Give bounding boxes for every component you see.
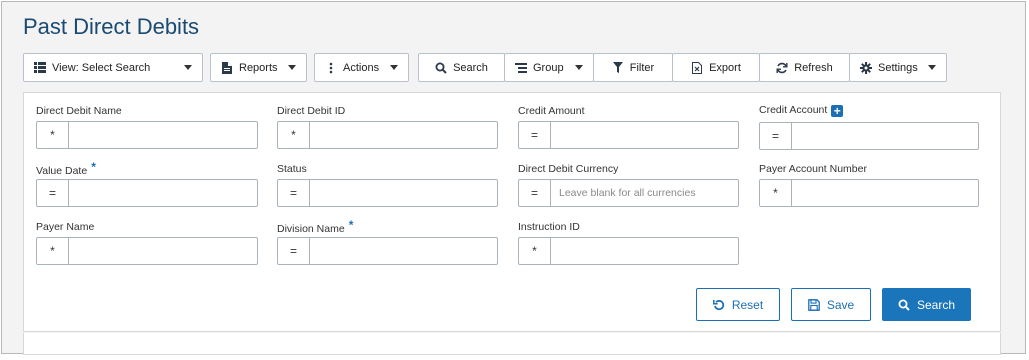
search-icon bbox=[435, 62, 447, 74]
group-label: Group bbox=[533, 61, 564, 74]
chevron-down-icon bbox=[928, 65, 936, 70]
toolbar-search-button[interactable]: Search bbox=[418, 53, 505, 82]
undo-icon bbox=[712, 299, 725, 311]
direct-debit-currency-label: Direct Debit Currency bbox=[518, 163, 619, 175]
operator-selector[interactable]: * bbox=[760, 180, 792, 206]
filter-button[interactable]: Filter bbox=[593, 53, 673, 82]
more-vertical-icon bbox=[325, 62, 337, 74]
chevron-down-icon bbox=[390, 65, 398, 70]
actions-button[interactable]: Actions bbox=[314, 53, 409, 82]
payer-name-input[interactable] bbox=[69, 238, 257, 264]
division-name-field: = bbox=[277, 237, 498, 265]
operator-selector[interactable]: = bbox=[760, 123, 792, 149]
settings-label: Settings bbox=[878, 61, 918, 74]
operator-selector[interactable]: * bbox=[519, 238, 551, 264]
direct-debit-name-input[interactable] bbox=[69, 122, 257, 148]
search-button[interactable]: Search bbox=[882, 288, 971, 321]
reports-label: Reports bbox=[239, 61, 278, 74]
export-label: Export bbox=[709, 61, 741, 74]
status-input[interactable] bbox=[310, 180, 497, 206]
search-label: Search bbox=[916, 297, 956, 312]
document-icon bbox=[221, 61, 233, 74]
credit-amount-field: = bbox=[518, 121, 739, 149]
filter-icon bbox=[612, 62, 624, 74]
search-icon bbox=[898, 299, 910, 311]
direct-debit-name-label: Direct Debit Name bbox=[36, 105, 122, 117]
value-date-label: Value Date * bbox=[36, 160, 96, 177]
refresh-label: Refresh bbox=[794, 61, 833, 74]
credit-account-label: Credit Account + bbox=[759, 104, 844, 117]
app-frame: Past Direct Debits View: Select Search R… bbox=[1, 1, 1026, 355]
direct-debit-id-input[interactable] bbox=[310, 122, 497, 148]
chevron-down-icon bbox=[575, 65, 583, 70]
export-button[interactable]: Export bbox=[672, 53, 760, 82]
payer-account-number-input[interactable] bbox=[792, 180, 978, 206]
operator-selector[interactable]: = bbox=[278, 238, 310, 264]
save-icon bbox=[807, 298, 820, 311]
save-button[interactable]: Save bbox=[791, 288, 871, 321]
required-marker: * bbox=[348, 218, 354, 232]
chevron-down-icon bbox=[184, 65, 192, 70]
operator-selector[interactable]: * bbox=[37, 238, 69, 264]
payer-name-field: * bbox=[36, 237, 258, 265]
operator-selector[interactable]: * bbox=[37, 122, 69, 148]
credit-account-input[interactable] bbox=[792, 123, 978, 149]
settings-button[interactable]: Settings bbox=[849, 53, 947, 82]
required-marker: * bbox=[91, 160, 96, 174]
payer-name-label: Payer Name bbox=[36, 221, 95, 233]
reports-button[interactable]: Reports bbox=[210, 53, 307, 82]
instruction-id-input[interactable] bbox=[551, 238, 738, 264]
division-name-label: Division Name * bbox=[277, 218, 354, 235]
division-name-input[interactable] bbox=[310, 238, 497, 264]
direct-debit-currency-input[interactable] bbox=[551, 180, 738, 206]
direct-debit-id-field: * bbox=[277, 121, 498, 149]
results-panel bbox=[23, 333, 1001, 355]
list-view-icon bbox=[34, 62, 46, 74]
credit-account-field: = bbox=[759, 122, 979, 150]
gear-icon bbox=[860, 61, 872, 74]
export-icon bbox=[691, 61, 703, 74]
direct-debit-currency-field: = bbox=[518, 179, 739, 207]
payer-account-number-field: * bbox=[759, 179, 979, 207]
reset-button[interactable]: Reset bbox=[696, 288, 780, 321]
credit-amount-label: Credit Amount bbox=[518, 105, 585, 117]
toolbar-search-label: Search bbox=[453, 61, 488, 74]
add-credit-account-icon[interactable]: + bbox=[831, 105, 844, 117]
view-select-button[interactable]: View: Select Search bbox=[23, 53, 203, 82]
save-label: Save bbox=[826, 297, 855, 312]
chevron-down-icon bbox=[288, 65, 296, 70]
refresh-button[interactable]: Refresh bbox=[759, 53, 850, 82]
direct-debit-id-label: Direct Debit ID bbox=[277, 105, 346, 117]
value-date-field: = bbox=[36, 179, 258, 207]
operator-selector[interactable]: * bbox=[278, 122, 310, 148]
reset-label: Reset bbox=[731, 297, 764, 312]
operator-selector[interactable]: = bbox=[519, 122, 551, 148]
group-button[interactable]: Group bbox=[504, 53, 594, 82]
operator-selector[interactable]: = bbox=[519, 180, 551, 206]
operator-selector[interactable]: = bbox=[278, 180, 310, 206]
group-icon bbox=[515, 62, 527, 74]
payer-account-number-label: Payer Account Number bbox=[759, 163, 867, 175]
refresh-icon bbox=[776, 62, 788, 74]
instruction-id-label: Instruction ID bbox=[518, 221, 580, 233]
value-date-input[interactable] bbox=[69, 180, 257, 206]
status-label: Status bbox=[277, 163, 307, 175]
credit-amount-input[interactable] bbox=[551, 122, 738, 148]
status-field: = bbox=[277, 179, 498, 207]
operator-selector[interactable]: = bbox=[37, 180, 69, 206]
actions-label: Actions bbox=[343, 61, 380, 74]
page-title: Past Direct Debits bbox=[23, 14, 200, 39]
view-select-label: View: Select Search bbox=[52, 61, 151, 74]
direct-debit-name-field: * bbox=[36, 121, 258, 149]
filter-label: Filter bbox=[629, 61, 655, 74]
instruction-id-field: * bbox=[518, 237, 739, 265]
